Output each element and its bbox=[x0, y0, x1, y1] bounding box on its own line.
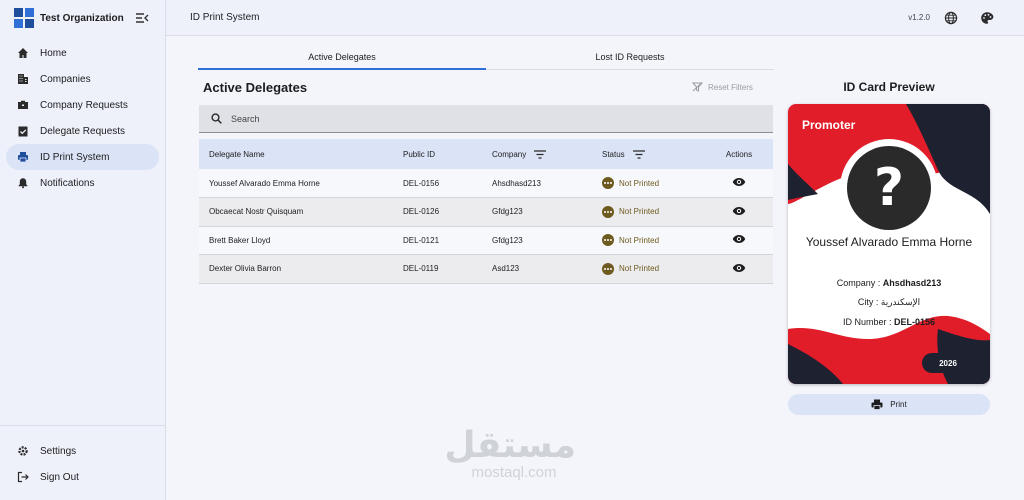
sidebar-nav: Home Companies Company Requests Delegate… bbox=[0, 40, 165, 196]
building-icon bbox=[16, 72, 30, 86]
pending-icon bbox=[602, 234, 614, 247]
sidebar-item-id-print-system[interactable]: ID Print System bbox=[6, 144, 159, 170]
tab-active-delegates[interactable]: Active Delegates bbox=[198, 44, 486, 70]
public-id-cell: DEL-0126 bbox=[403, 207, 440, 217]
table-row[interactable]: Youssef Alvarado Emma Horne DEL-0156 Ahs… bbox=[199, 169, 773, 198]
sidebar-item-label: Company Requests bbox=[40, 99, 128, 111]
id-card-preview: Promoter ? Youssef Alvarado Emma Horne C… bbox=[788, 104, 990, 384]
sidebar-item-companies[interactable]: Companies bbox=[6, 66, 159, 92]
sidebar-item-label: Companies bbox=[40, 73, 91, 85]
clipboard-check-icon bbox=[16, 124, 30, 138]
sidebar-item-settings[interactable]: Settings bbox=[6, 438, 160, 464]
eye-icon[interactable] bbox=[732, 177, 746, 187]
sidebar-item-home[interactable]: Home bbox=[6, 40, 159, 66]
sidebar-item-label: Delegate Requests bbox=[40, 125, 126, 137]
delegates-table: Delegate Name Public ID Company Status A… bbox=[199, 139, 773, 284]
public-id-cell: DEL-0119 bbox=[403, 264, 439, 274]
home-icon bbox=[16, 46, 30, 60]
status-badge: Not Printed bbox=[602, 234, 705, 247]
avatar-placeholder: ? bbox=[847, 146, 931, 230]
card-role: Promoter bbox=[802, 118, 856, 132]
company-cell: Gfdg123 bbox=[492, 235, 523, 245]
sidebar-bottom: Settings Sign Out bbox=[0, 425, 166, 490]
column-header-delegate-name: Delegate Name bbox=[209, 149, 265, 159]
avatar: ? bbox=[840, 139, 938, 237]
filter-icon[interactable] bbox=[632, 149, 645, 159]
column-header-actions: Actions bbox=[725, 149, 753, 159]
delegate-name-cell: Brett Baker Lloyd bbox=[209, 235, 271, 245]
company-cell: Asd123 bbox=[492, 264, 520, 274]
card-company: Company : Ahsdhasd213 bbox=[836, 278, 942, 288]
reset-filters-label: Reset Filters bbox=[708, 82, 753, 92]
globe-icon[interactable] bbox=[944, 11, 958, 25]
palette-icon[interactable] bbox=[980, 11, 994, 25]
card-id-number: ID Number : DEL-0156 bbox=[842, 317, 936, 327]
watermark-latin: mostaql.com bbox=[471, 464, 557, 481]
top-bar: ID Print System v1.2.0 bbox=[166, 0, 1024, 36]
search-icon bbox=[211, 113, 222, 124]
bell-icon bbox=[16, 176, 30, 190]
table-row[interactable]: Dexter Olivia Barron DEL-0119 Asd123 Not… bbox=[199, 254, 773, 283]
sidebar-item-sign-out[interactable]: Sign Out bbox=[6, 464, 160, 490]
printer-icon bbox=[871, 399, 883, 410]
sidebar-item-label: ID Print System bbox=[40, 151, 110, 163]
sidebar-item-label: Notifications bbox=[40, 177, 95, 189]
sidebar-item-label: Settings bbox=[40, 445, 77, 457]
eye-icon[interactable] bbox=[732, 263, 746, 273]
printer-icon bbox=[16, 150, 30, 164]
card-year-badge: 2026 bbox=[922, 353, 974, 373]
collapse-sidebar-icon[interactable] bbox=[135, 12, 149, 24]
eye-icon[interactable] bbox=[732, 234, 746, 244]
filter-off-icon bbox=[692, 82, 703, 92]
status-badge: Not Printed bbox=[602, 262, 705, 275]
print-label: Print bbox=[890, 400, 907, 409]
card-delegate-name: Youssef Alvarado Emma Horne bbox=[805, 235, 973, 249]
section-title: Active Delegates bbox=[203, 80, 308, 95]
card-city: City : الإسكندرية bbox=[857, 297, 921, 307]
pending-icon bbox=[602, 262, 614, 275]
column-header-company[interactable]: Company bbox=[482, 139, 592, 169]
sign-out-icon bbox=[16, 470, 30, 484]
sidebar-item-notifications[interactable]: Notifications bbox=[6, 170, 159, 196]
table-row[interactable]: Brett Baker Lloyd DEL-0121 Gfdg123 Not P… bbox=[199, 226, 773, 255]
version-label: v1.2.0 bbox=[908, 13, 930, 22]
sidebar-item-delegate-requests[interactable]: Delegate Requests bbox=[6, 118, 159, 144]
delegate-name-cell: Dexter Olivia Barron bbox=[209, 264, 282, 274]
tab-bar: Active Delegates Lost ID Requests bbox=[198, 44, 774, 70]
search-bar bbox=[199, 105, 773, 133]
company-cell: Gfdg123 bbox=[492, 207, 523, 217]
sidebar: Test Organization Home Companies Company… bbox=[0, 0, 166, 500]
eye-icon[interactable] bbox=[732, 206, 746, 216]
company-cell: Ahsdhasd213 bbox=[492, 178, 541, 188]
pending-icon bbox=[602, 177, 614, 189]
pending-icon bbox=[602, 205, 614, 218]
reset-filters-button[interactable]: Reset Filters bbox=[692, 82, 753, 92]
table-header-row: Delegate Name Public ID Company Status A… bbox=[199, 139, 773, 169]
filter-icon[interactable] bbox=[534, 149, 547, 159]
public-id-cell: DEL-0156 bbox=[403, 178, 440, 188]
tab-lost-id-requests[interactable]: Lost ID Requests bbox=[486, 44, 774, 69]
status-badge: Not Printed bbox=[602, 177, 705, 189]
table-row[interactable]: Obcaecat Nostr Quisquam DEL-0126 Gfdg123… bbox=[199, 197, 773, 226]
public-id-cell: DEL-0121 bbox=[403, 235, 440, 245]
briefcase-icon bbox=[16, 98, 30, 112]
organization-logo bbox=[14, 8, 34, 28]
sidebar-item-company-requests[interactable]: Company Requests bbox=[6, 92, 159, 118]
sidebar-item-label: Sign Out bbox=[40, 471, 79, 483]
status-badge: Not Printed bbox=[602, 205, 705, 218]
page-title: ID Print System bbox=[190, 12, 260, 23]
gear-icon bbox=[16, 444, 30, 458]
organization-name: Test Organization bbox=[40, 12, 124, 24]
column-header-public-id: Public ID bbox=[403, 149, 436, 159]
watermark-arabic: مستقل bbox=[444, 425, 576, 466]
delegate-name-cell: Obcaecat Nostr Quisquam bbox=[209, 207, 304, 217]
watermark: مستقل mostaql.com bbox=[444, 425, 576, 481]
preview-title: ID Card Preview bbox=[843, 80, 935, 94]
print-button[interactable]: Print bbox=[788, 394, 990, 415]
search-input[interactable] bbox=[231, 113, 631, 124]
column-header-status[interactable]: Status bbox=[592, 139, 705, 169]
brand: Test Organization bbox=[0, 0, 165, 36]
delegate-name-cell: Youssef Alvarado Emma Horne bbox=[209, 178, 320, 188]
sidebar-item-label: Home bbox=[40, 47, 67, 59]
